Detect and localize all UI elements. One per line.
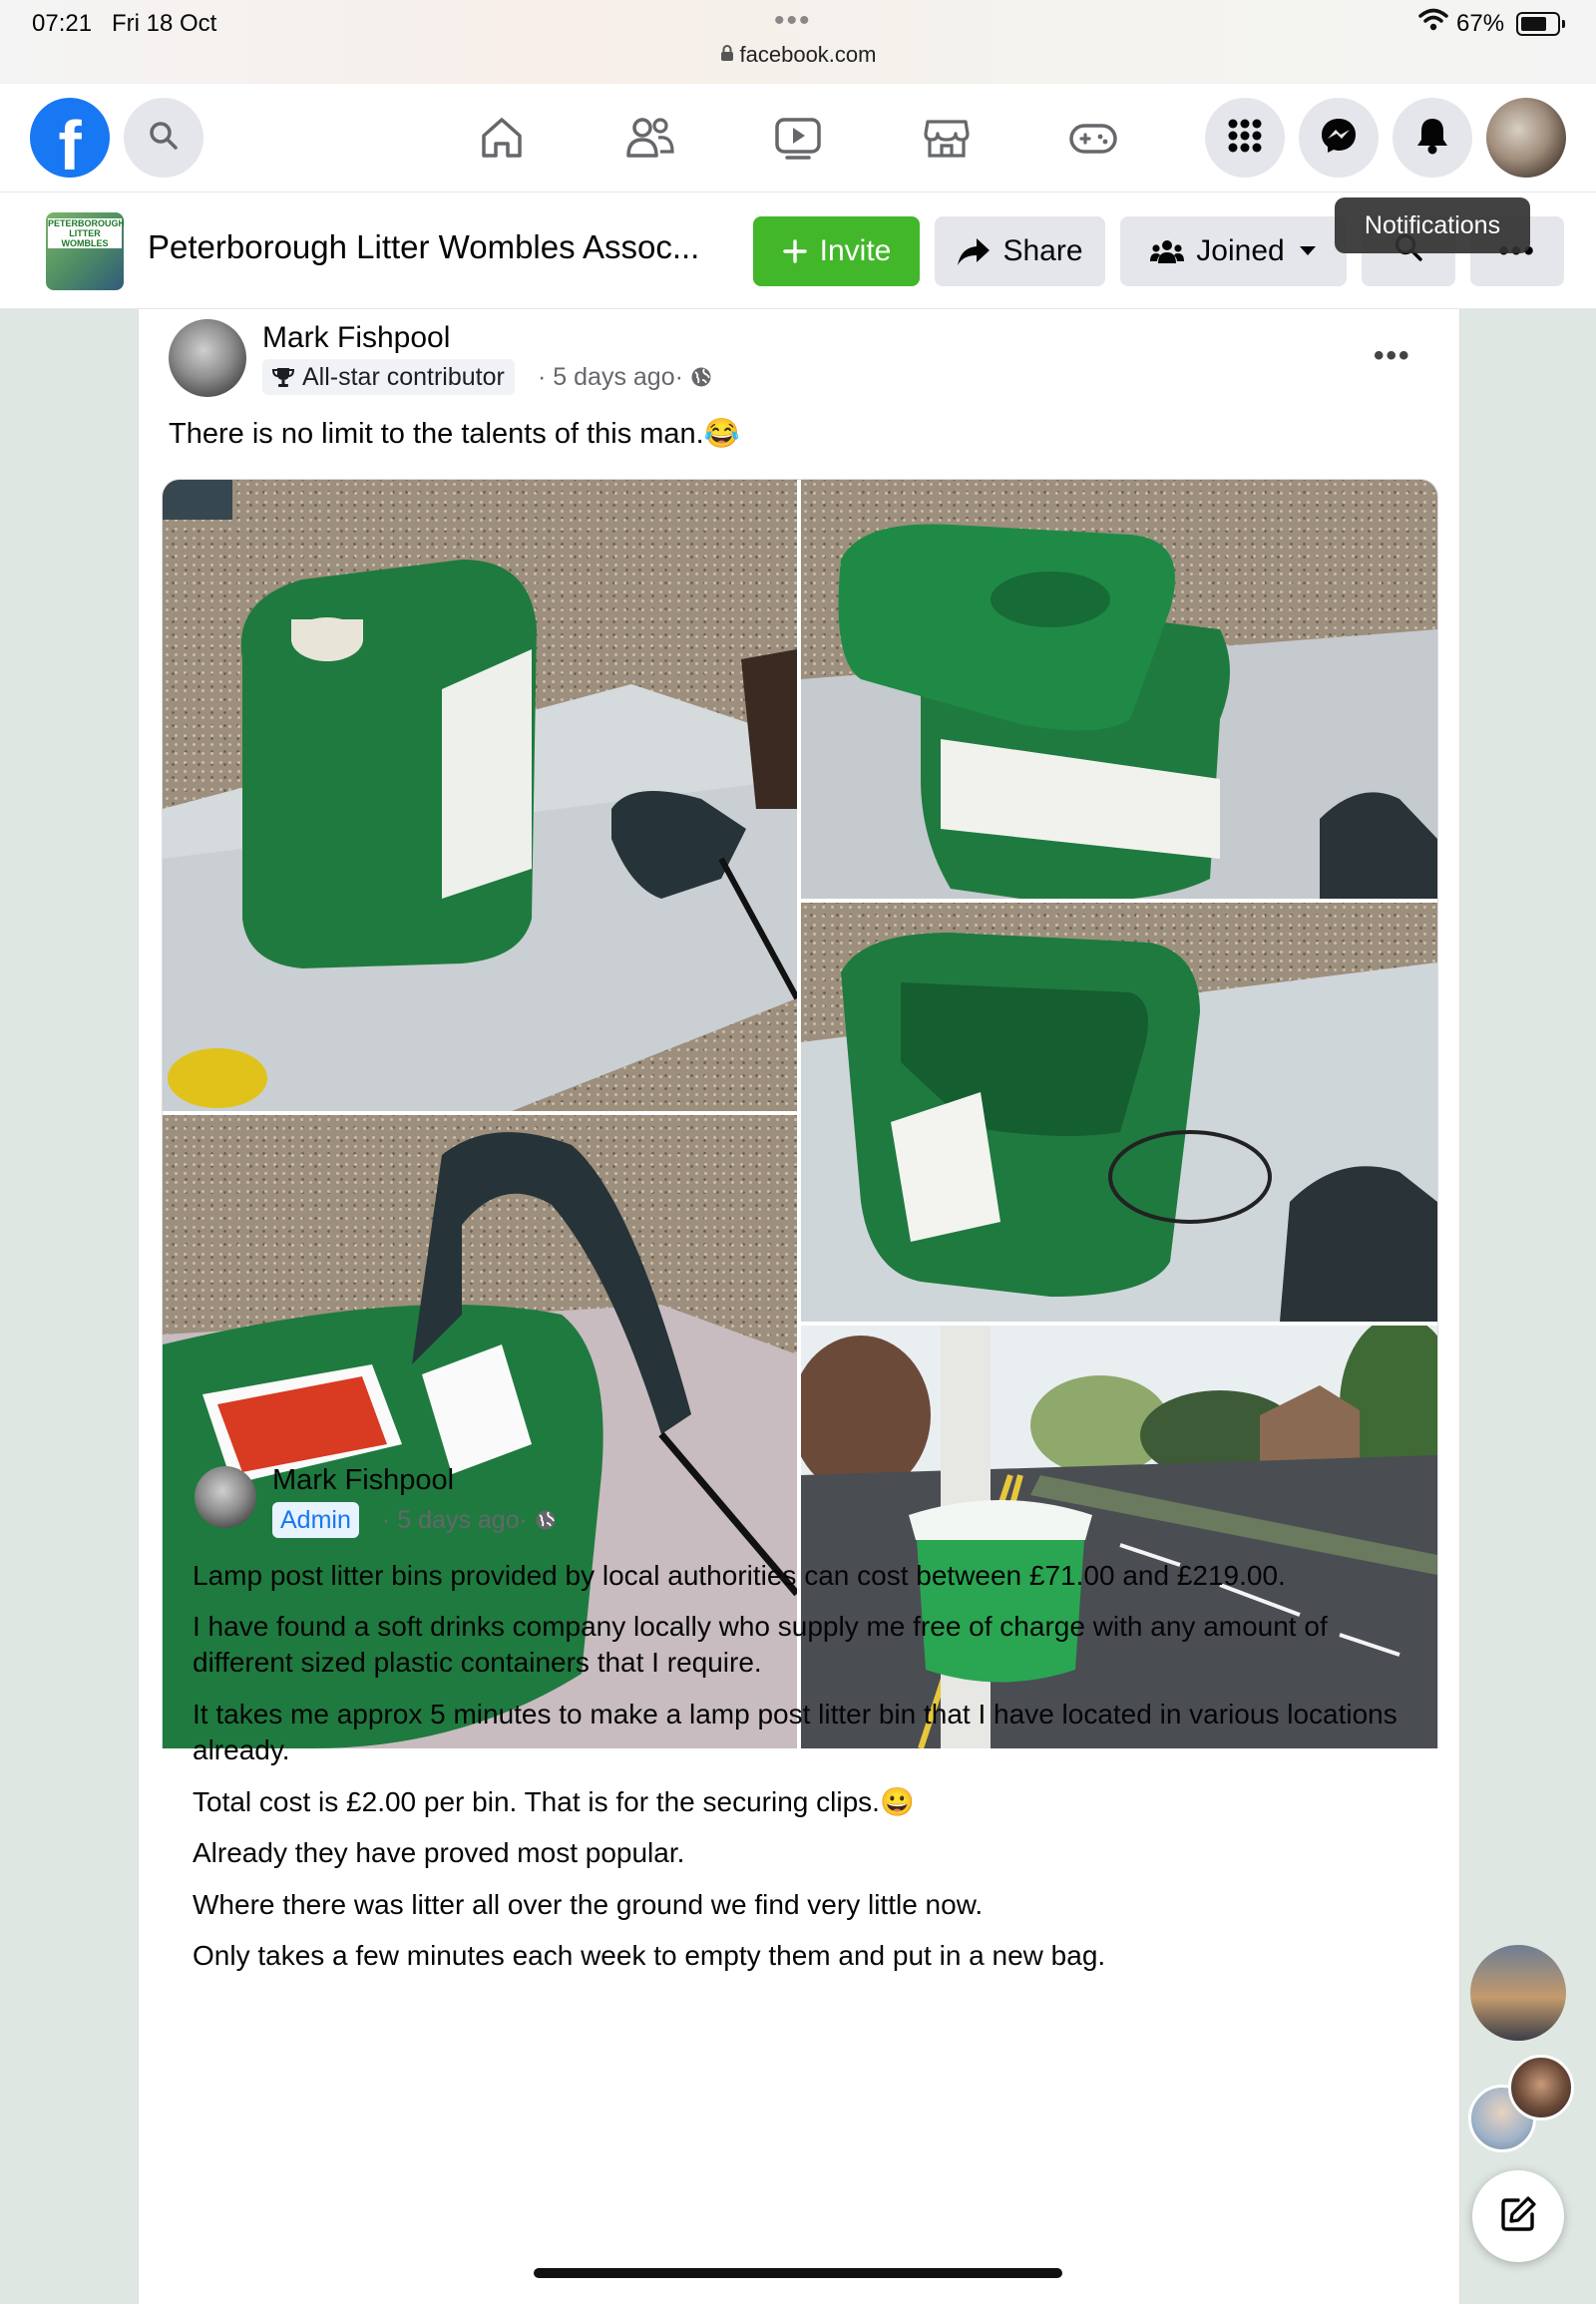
bell-icon [1413,116,1451,161]
group-name[interactable]: Peterborough Litter Wombles Assoc... [148,228,699,266]
browser-dots-icon[interactable]: ••• [774,4,812,38]
comment-paragraph: Total cost is £2.00 per bin. That is for… [193,1786,915,1817]
author-avatar[interactable] [169,319,246,397]
top-nav: f [0,84,1596,192]
address-bar[interactable]: facebook.com [0,42,1596,68]
post-time[interactable]: 5 days ago [553,363,674,391]
share-icon [957,236,991,266]
comment-paragraph: I have found a soft drinks company local… [193,1611,1328,1678]
trophy-icon [272,366,294,388]
comment-paragraph: It takes me approx 5 minutes to make a l… [193,1699,1397,1765]
notifications-button[interactable] [1393,98,1472,178]
post-meta: · 5 days ago· [538,363,712,392]
home-indicator[interactable] [534,2268,1062,2278]
search-button[interactable] [124,98,203,178]
messenger-icon [1319,116,1359,161]
photo-cut-container[interactable] [801,480,1437,899]
chat-head-avatar[interactable] [1470,1945,1566,2041]
author-name[interactable]: Mark Fishpool [262,321,450,355]
contributor-badge: All-star contributor [262,359,515,395]
home-icon[interactable] [474,110,530,166]
members-icon [1150,237,1185,265]
invite-label: Invite [819,234,892,267]
comment-author-avatar[interactable] [195,1466,256,1528]
caret-down-icon [1299,245,1317,257]
badge-label: All-star contributor [302,362,505,391]
globe-icon [535,1509,557,1531]
status-time: 07:21 [32,10,93,37]
share-label: Share [1002,234,1083,267]
comment-time[interactable]: 5 days ago [397,1506,519,1534]
avatar[interactable] [1486,98,1566,178]
invite-button[interactable]: Invite [753,216,920,286]
compose-icon [1498,2194,1538,2239]
battery-icon [1516,12,1565,36]
facebook-logo[interactable]: f [30,98,110,185]
battery-percent: 67% [1456,10,1505,37]
joined-button[interactable]: Joined [1120,216,1347,286]
messenger-button[interactable] [1299,98,1379,178]
comment-author-name[interactable]: Mark Fishpool [272,1464,454,1497]
wifi-icon [1418,8,1448,37]
joined-label: Joined [1196,234,1285,267]
notifications-tooltip: Notifications [1335,197,1530,253]
url-text: facebook.com [739,42,877,67]
comment-paragraph: Where there was litter all over the grou… [193,1889,984,1920]
photo-lamppost-bin[interactable] [801,1326,1437,1748]
status-date: Fri 18 Oct [112,10,217,37]
group-thumbnail-logo: PETERBOROUGH LITTER WOMBLES [48,218,124,248]
post-text: There is no limit to the talents of this… [169,418,740,450]
lock-icon [720,42,734,68]
globe-icon [690,366,712,388]
status-bar: 07:21 Fri 18 Oct ••• facebook.com 67% [0,0,1596,85]
photo-bucket[interactable] [801,903,1437,1322]
marketplace-icon[interactable] [919,110,975,166]
watch-icon[interactable] [770,110,826,166]
friends-icon[interactable] [622,110,678,166]
post-card: Mark Fishpool All-star contributor · 5 d… [138,309,1460,2304]
comment-paragraph: Only takes a few minutes each week to em… [193,1940,1106,1971]
comment-paragraph: Already they have proved most popular. [193,1837,685,1868]
group-thumbnail[interactable]: PETERBOROUGH LITTER WOMBLES [46,212,124,290]
share-button[interactable]: Share [935,216,1105,286]
plus-icon [782,238,808,264]
photo-jerrycan[interactable] [163,480,797,1111]
post-options-button[interactable]: ••• [1374,339,1411,373]
compose-button[interactable] [1472,2170,1564,2262]
comment-paragraph: Lamp post litter bins provided by local … [193,1560,1286,1591]
menu-grid-icon [1227,118,1263,159]
search-icon [147,119,181,158]
gaming-icon[interactable] [1065,110,1121,166]
admin-badge: Admin [272,1502,359,1538]
menu-button[interactable] [1205,98,1285,178]
chat-head-avatar[interactable] [1508,2055,1574,2120]
comment-meta: · 5 days ago· [382,1506,557,1535]
